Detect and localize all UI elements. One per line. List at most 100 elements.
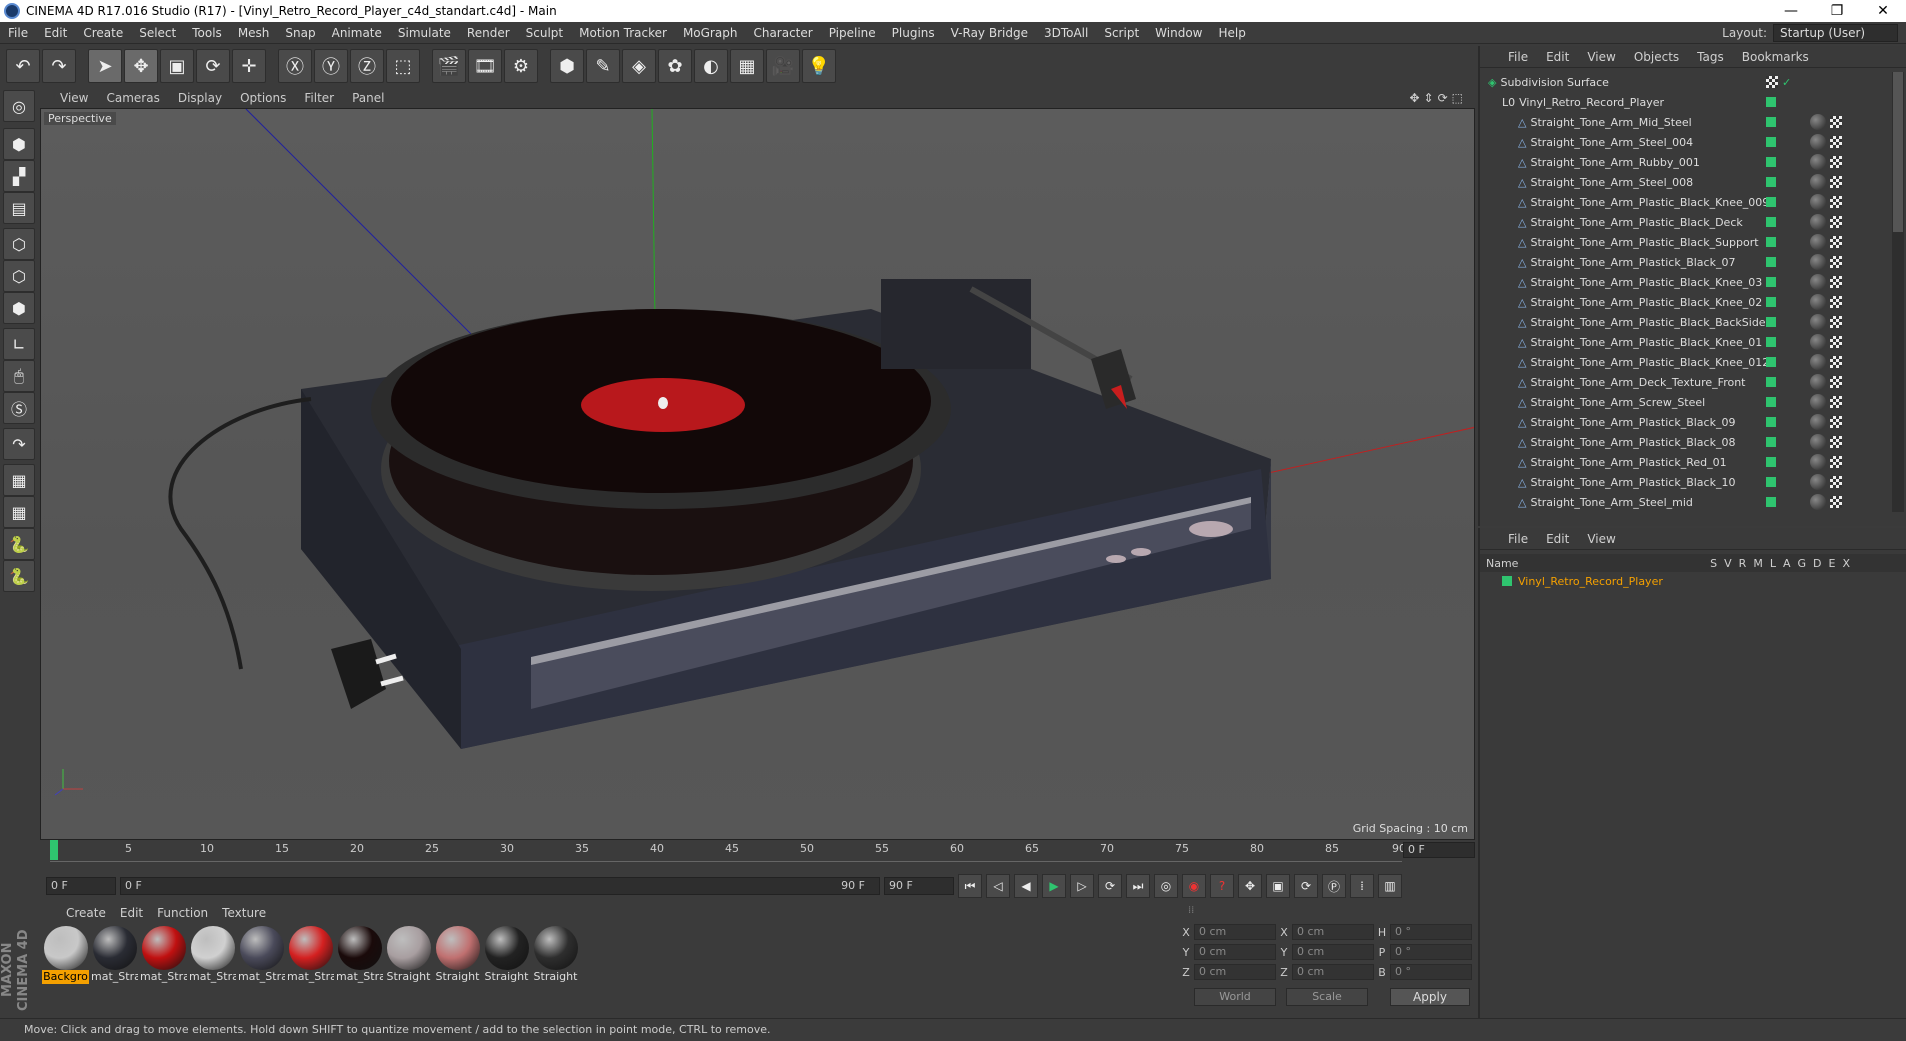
visibility-dot[interactable] (1766, 477, 1776, 487)
material-tag-icon[interactable] (1810, 354, 1826, 370)
coordinate-system-icon[interactable]: ⬚ (386, 49, 420, 83)
tree-row[interactable]: △ Straight_Tone_Arm_Plastic_Black_Knee_00… (1480, 192, 1890, 212)
object-menu-bookmarks[interactable]: Bookmarks (1742, 50, 1809, 64)
recent-tool-icon[interactable]: ✛ (232, 49, 266, 83)
material-swatch[interactable]: Straight (434, 926, 481, 984)
tree-row[interactable]: △ Straight_Tone_Arm_Steel_004 (1480, 132, 1890, 152)
loop-icon[interactable]: ⟳ (1098, 874, 1122, 898)
material-tag-icon[interactable] (1810, 374, 1826, 390)
floor-icon[interactable]: ▦ (730, 49, 764, 83)
material-tag-icon[interactable] (1810, 254, 1826, 270)
timeline-ruler[interactable]: 0 5 10 15 20 25 30 35 40 45 50 55 60 65 … (50, 840, 1406, 862)
close-button[interactable]: ✕ (1860, 3, 1906, 19)
tree-row[interactable]: △ Straight_Tone_Arm_Plastic_Black_Knee_03 (1480, 272, 1890, 292)
live-selection-icon[interactable]: ➤ (88, 49, 122, 83)
menu-pipeline[interactable]: Pipeline (821, 26, 884, 40)
preview-range-slider[interactable]: 0 F 90 F (120, 877, 880, 895)
uvw-tag-icon[interactable] (1830, 336, 1842, 348)
menu-file[interactable]: File (0, 26, 36, 40)
viewport-menu-cameras[interactable]: Cameras (106, 91, 159, 105)
visibility-dot[interactable] (1766, 397, 1776, 407)
visibility-dot[interactable] (1766, 417, 1776, 427)
uvw-tag-icon[interactable] (1830, 156, 1842, 168)
visibility-dot[interactable] (1766, 97, 1776, 107)
visibility-dot[interactable] (1766, 277, 1776, 287)
tree-row[interactable]: △ Straight_Tone_Arm_Plastick_Black_08 (1480, 432, 1890, 452)
coordinate-mode-dropdown[interactable]: World (1194, 988, 1276, 1006)
tree-row[interactable]: △ Straight_Tone_Arm_Plastic_Black_Knee_01 (1480, 332, 1890, 352)
keyframe-selection-icon[interactable]: ? (1210, 874, 1234, 898)
tree-row[interactable]: △ Straight_Tone_Arm_Plastick_Black_10 (1480, 472, 1890, 492)
planar-workplane-icon[interactable]: ▦ (3, 496, 35, 528)
viewport-menu-filter[interactable]: Filter (304, 91, 334, 105)
current-frame-field[interactable]: 0 F (1403, 842, 1475, 858)
uvw-tag-icon[interactable] (1830, 136, 1842, 148)
x-axis-lock-icon[interactable]: Ⓧ (278, 49, 312, 83)
visibility-dot[interactable] (1766, 317, 1776, 327)
cloner-icon[interactable]: ✿ (658, 49, 692, 83)
rotation-b-field[interactable]: 0 ° (1390, 964, 1472, 980)
layer-column-header[interactable]: D (1813, 557, 1821, 570)
material-tag-icon[interactable] (1810, 214, 1826, 230)
material-swatch[interactable]: mat_Stra (140, 926, 187, 984)
tree-row[interactable]: △ Straight_Tone_Arm_Plastic_Black_Knee_01… (1480, 352, 1890, 372)
tweak-icon[interactable]: 🖱 (3, 360, 35, 392)
visibility-dot[interactable] (1766, 357, 1776, 367)
layer-column-header[interactable]: G (1797, 557, 1806, 570)
layer-column-header[interactable]: L (1770, 557, 1776, 570)
layer-column-header[interactable]: S (1710, 557, 1717, 570)
rotation-h-field[interactable]: 0 ° (1390, 924, 1472, 940)
tree-row[interactable]: △ Straight_Tone_Arm_Plastic_Black_Knee_02 (1480, 292, 1890, 312)
menu-render[interactable]: Render (459, 26, 518, 40)
object-menu-objects[interactable]: Objects (1634, 50, 1679, 64)
light-icon[interactable]: 💡 (802, 49, 836, 83)
previous-frame-icon[interactable]: ◀ (1014, 874, 1038, 898)
render-to-picture-viewer-icon[interactable]: 🎞 (468, 49, 502, 83)
undo-icon[interactable]: ↶ (6, 49, 40, 83)
material-tag-icon[interactable] (1810, 194, 1826, 210)
position-z-field[interactable]: 0 cm (1194, 964, 1276, 980)
move-tool-icon[interactable]: ✥ (124, 49, 158, 83)
menu-vray-bridge[interactable]: V-Ray Bridge (943, 26, 1036, 40)
uvw-tag-icon[interactable] (1830, 296, 1842, 308)
uvw-tag-icon[interactable] (1830, 316, 1842, 328)
uvw-tag-icon[interactable] (1830, 496, 1842, 508)
menu-snap[interactable]: Snap (277, 26, 323, 40)
key-rotation-icon[interactable]: ⟳ (1294, 874, 1318, 898)
visibility-dot[interactable] (1766, 137, 1776, 147)
layer-column-header[interactable]: E (1829, 557, 1836, 570)
rotate-tool-icon[interactable]: ⟳ (196, 49, 230, 83)
layout-dropdown[interactable]: Startup (User) (1773, 23, 1898, 42)
uvw-tag-icon[interactable] (1830, 456, 1842, 468)
rotation-p-field[interactable]: 0 ° (1390, 944, 1472, 960)
material-swatch[interactable]: Straight (532, 926, 579, 984)
tree-row[interactable]: △ Straight_Tone_Arm_Deck_Texture_Front (1480, 372, 1890, 392)
render-view-icon[interactable]: 🎬 (432, 49, 466, 83)
visibility-dot[interactable] (1766, 237, 1776, 247)
material-menu-function[interactable]: Function (157, 906, 208, 922)
go-to-end-icon[interactable]: ⏭ (1126, 874, 1150, 898)
menu-window[interactable]: Window (1147, 26, 1210, 40)
timeline[interactable]: 0 5 10 15 20 25 30 35 40 45 50 55 60 65 … (40, 840, 1475, 876)
material-tag-icon[interactable] (1810, 174, 1826, 190)
polygons-mode-icon[interactable]: ⬢ (3, 292, 35, 324)
material-swatch[interactable]: Straight (483, 926, 530, 984)
object-tree[interactable]: ◈ Subdivision Surface ✓ L0 Vinyl_Retro_R… (1480, 72, 1890, 522)
visibility-dot[interactable] (1766, 497, 1776, 507)
menu-animate[interactable]: Animate (324, 26, 390, 40)
material-tag-icon[interactable] (1810, 434, 1826, 450)
tree-row[interactable]: △ Straight_Tone_Arm_Plastick_Red_01 (1480, 452, 1890, 472)
material-menu-texture[interactable]: Texture (222, 906, 266, 922)
layer-column-header[interactable]: R (1739, 557, 1747, 570)
menu-script[interactable]: Script (1096, 26, 1147, 40)
layer-row[interactable]: Vinyl_Retro_Record_Player (1480, 572, 1906, 590)
uvw-tag-icon[interactable] (1830, 436, 1842, 448)
key-position-icon[interactable]: ✥ (1238, 874, 1262, 898)
tree-row-subdivision[interactable]: ◈ Subdivision Surface ✓ (1480, 72, 1890, 92)
magnet-icon[interactable]: ↷ (3, 428, 35, 460)
uvw-tag-icon[interactable] (1830, 476, 1842, 488)
pen-spline-icon[interactable]: ✎ (586, 49, 620, 83)
uvw-tag-icon[interactable] (1830, 256, 1842, 268)
record-keys-icon[interactable]: ◎ (1154, 874, 1178, 898)
material-swatch[interactable]: mat_Stra (238, 926, 285, 984)
